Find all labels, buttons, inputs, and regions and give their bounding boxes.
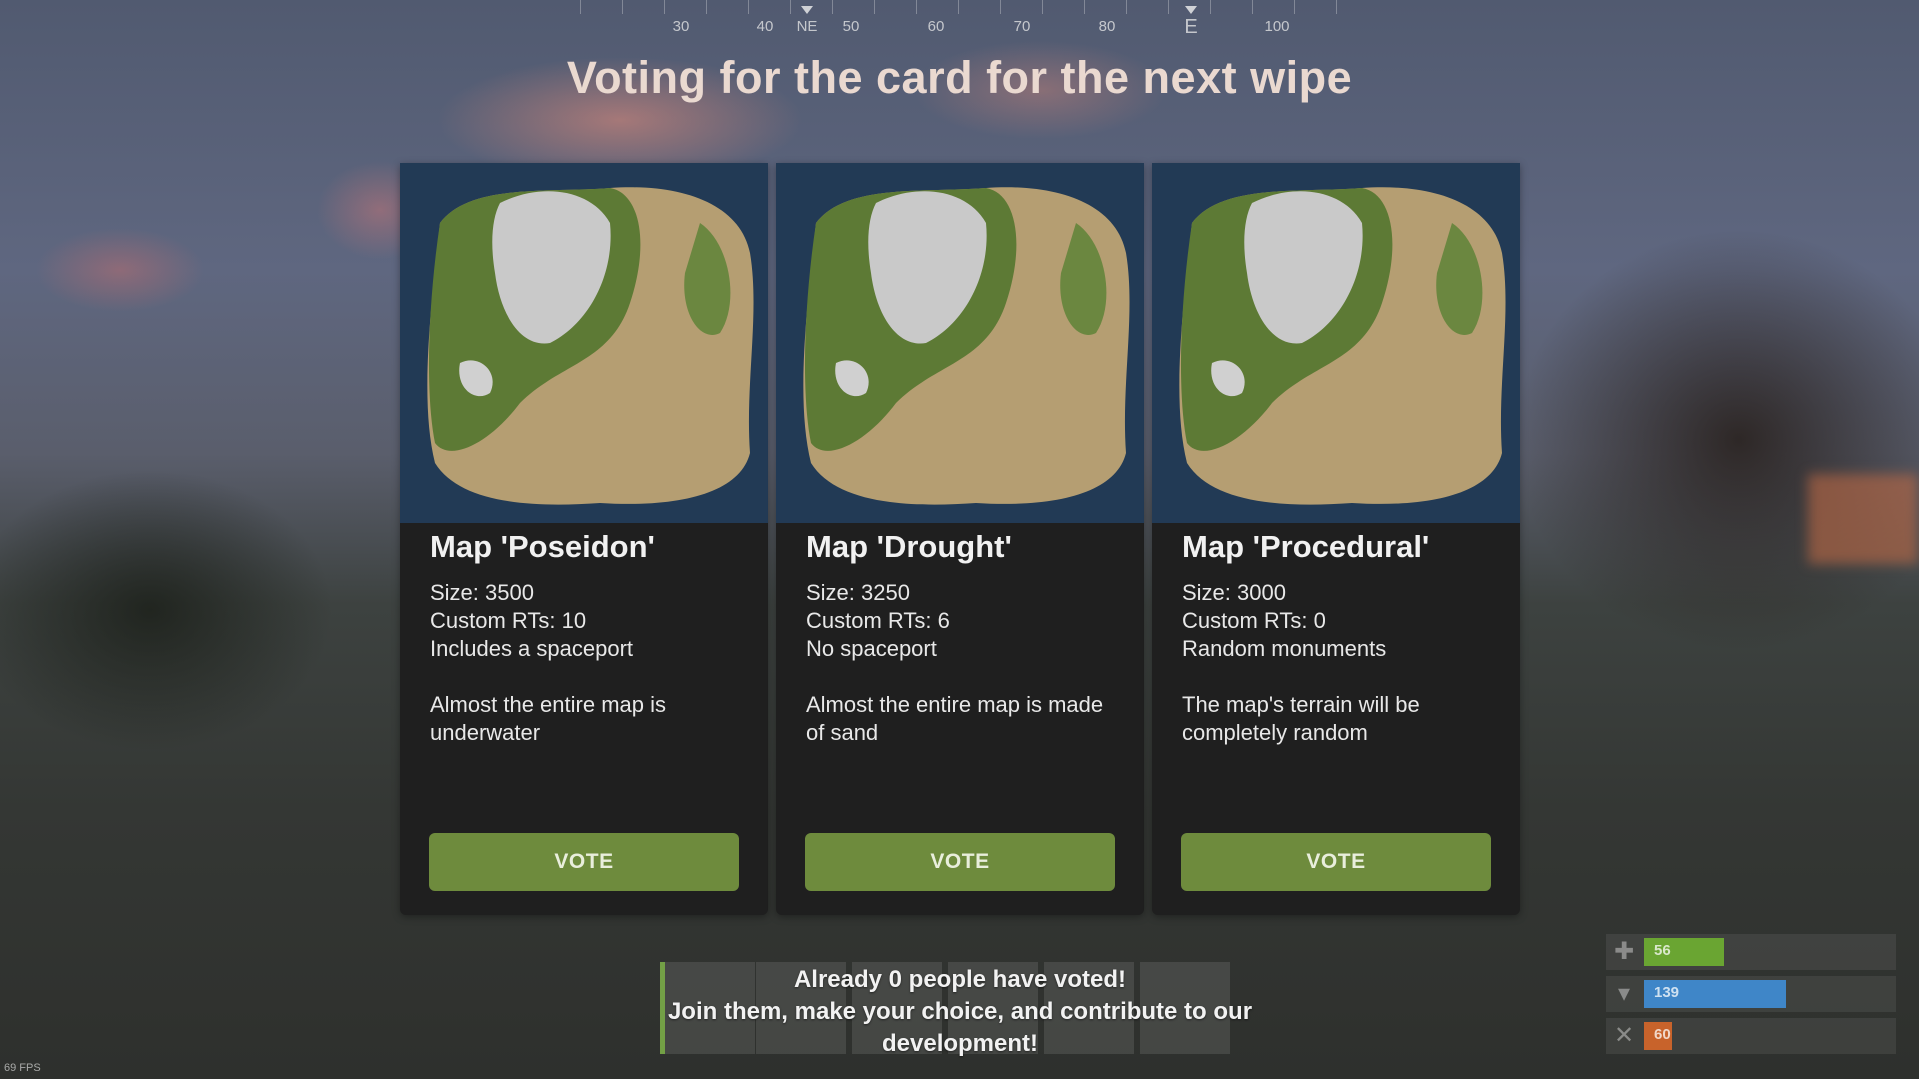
compass-label: 80	[1098, 18, 1116, 35]
map-preview-image	[1152, 163, 1520, 523]
vote-button[interactable]: VOTE	[1181, 833, 1491, 891]
food-value: 60	[1654, 1026, 1671, 1043]
compass-label: 50	[842, 18, 860, 35]
map-custom-rts: Custom RTs: 0	[1182, 608, 1326, 633]
map-feature: No spaceport	[806, 636, 937, 661]
map-size: Size: 3000	[1182, 580, 1286, 605]
island-map-graphic	[400, 163, 768, 523]
map-description: The map's terrain will be completely ran…	[1182, 692, 1420, 745]
island-map-graphic	[1152, 163, 1520, 523]
map-info: Size: 3250 Custom RTs: 6 No spaceport	[806, 579, 950, 663]
map-card-poseidon: Map 'Poseidon' Size: 3500 Custom RTs: 10…	[400, 163, 768, 915]
hydration-value: 139	[1654, 984, 1680, 1001]
compass-label: 100	[1264, 18, 1290, 35]
map-description: Almost the entire map is made of sand	[806, 692, 1104, 745]
food-bar: 60	[1644, 1022, 1786, 1050]
island-map-graphic	[776, 163, 1144, 523]
map-size: Size: 3250	[806, 580, 910, 605]
health-row: ✚ 56	[1606, 934, 1896, 970]
vote-button[interactable]: VOTE	[429, 833, 739, 891]
hydration-bar: 139	[1644, 980, 1786, 1008]
compass-label: 40	[756, 18, 774, 35]
map-description: Almost the entire map is underwater	[430, 692, 666, 745]
map-name: Map 'Procedural'	[1182, 529, 1430, 564]
vote-title: Voting for the card for the next wipe	[566, 52, 1353, 103]
map-info: Size: 3500 Custom RTs: 10 Includes a spa…	[430, 579, 633, 663]
window-glow	[1808, 474, 1918, 564]
compass-label: E	[1184, 16, 1198, 38]
compass-label: 60	[927, 18, 945, 35]
vote-button[interactable]: VOTE	[805, 833, 1115, 891]
map-custom-rts: Custom RTs: 6	[806, 608, 950, 633]
compass-ticks	[580, 0, 1340, 14]
vote-footer-message: Already 0 people have voted! Join them, …	[620, 964, 1300, 1060]
compass-label: 30	[672, 18, 690, 35]
map-card-drought: Map 'Drought' Size: 3250 Custom RTs: 6 N…	[776, 163, 1144, 915]
food-fork-icon: ✕	[1613, 1022, 1635, 1049]
map-name: Map 'Drought'	[806, 529, 1012, 564]
tree-silhouette-left	[0, 430, 420, 850]
vote-call-to-action: Join them, make your choice, and contrib…	[667, 998, 1253, 1057]
health-bar: 56	[1644, 938, 1786, 966]
compass-label: 70	[1013, 18, 1031, 35]
compass-bar: 30 40 NE 50 60 70 80 E 100	[580, 0, 1340, 44]
fps-counter: 69 FPS	[4, 1062, 41, 1074]
health-value: 56	[1654, 942, 1671, 959]
compass-marker-ne	[801, 6, 813, 14]
compass-label: NE	[796, 18, 818, 35]
compass-marker-east	[1185, 6, 1197, 14]
hydration-row: ▾ 139	[1606, 976, 1896, 1012]
map-card-procedural: Map 'Procedural' Size: 3000 Custom RTs: …	[1152, 163, 1520, 915]
map-preview-image	[400, 163, 768, 523]
food-row: ✕ 60	[1606, 1018, 1896, 1054]
map-feature: Includes a spaceport	[430, 636, 634, 661]
map-preview-image	[776, 163, 1144, 523]
map-name: Map 'Poseidon'	[430, 529, 655, 564]
map-feature: Random monuments	[1182, 636, 1387, 661]
water-cup-icon: ▾	[1617, 980, 1631, 1007]
map-custom-rts: Custom RTs: 10	[430, 608, 587, 633]
vote-count-text: Already 0 people have voted!	[793, 966, 1127, 993]
map-size: Size: 3500	[430, 580, 534, 605]
player-status-panel: ✚ 56 ▾ 139 ✕ 60	[1606, 934, 1896, 1058]
health-cross-icon: ✚	[1613, 938, 1635, 965]
map-info: Size: 3000 Custom RTs: 0 Random monument…	[1182, 579, 1386, 663]
